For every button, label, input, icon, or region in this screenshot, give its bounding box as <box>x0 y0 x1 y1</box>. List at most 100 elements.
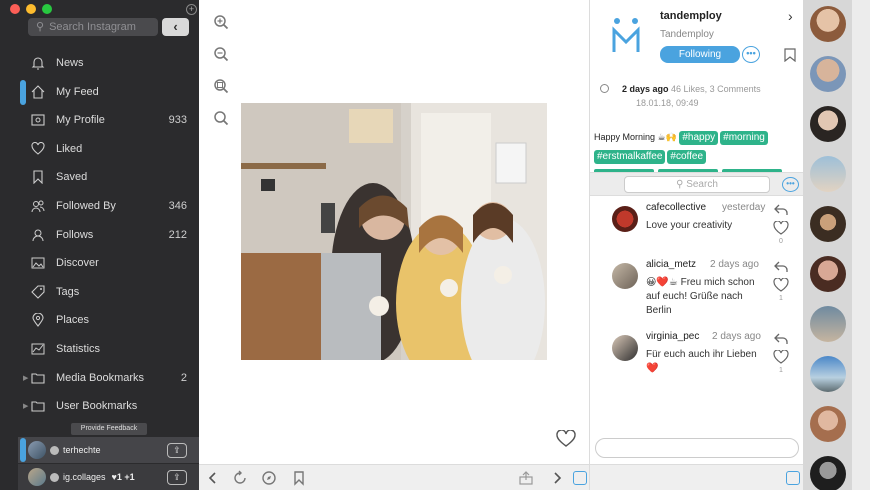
sidebar-item-user-bookmarks[interactable]: ▶ User Bookmarks <box>18 393 199 419</box>
hashtag[interactable]: #happy <box>679 131 719 145</box>
post-username[interactable]: tandemploy <box>660 10 722 22</box>
hashtag[interactable]: #morning <box>720 131 768 145</box>
window-controls <box>10 4 52 14</box>
compass-icon[interactable] <box>261 470 277 486</box>
sidebar-item-label: Tags <box>56 285 80 298</box>
sidebar-item-places[interactable]: Places <box>18 307 199 333</box>
heart-icon <box>30 141 46 157</box>
disclosure-triangle-icon[interactable]: ▶ <box>23 402 28 410</box>
following-button[interactable]: Following <box>660 46 740 63</box>
bookmark-post-icon[interactable] <box>784 48 796 62</box>
account-selection-indicator <box>20 438 26 462</box>
zoom-actual-icon[interactable] <box>213 110 229 126</box>
zoom-out-icon[interactable] <box>213 46 229 62</box>
sidebar-item-label: Discover <box>56 257 99 270</box>
toggle-users-panel-icon[interactable] <box>786 471 800 485</box>
avatar[interactable] <box>810 156 846 192</box>
comment-input[interactable] <box>595 438 799 458</box>
comment-text: Für euch auch ihr Lieben ❤️ <box>646 349 757 374</box>
image-icon <box>30 255 46 271</box>
provide-feedback-button[interactable]: Provide Feedback <box>71 423 147 435</box>
post-detail-panel: tandemploy Tandemploy › Following ••• 2 … <box>589 0 804 490</box>
close-window-button[interactable] <box>10 4 20 14</box>
tag-icon <box>30 284 46 300</box>
collapse-sidebar-button[interactable]: ‹ <box>162 18 189 36</box>
reply-icon[interactable] <box>774 204 788 216</box>
sidebar-item-discover[interactable]: Discover <box>18 250 199 276</box>
disclosure-triangle-icon[interactable]: ▶ <box>23 374 28 382</box>
avatar[interactable] <box>810 306 846 342</box>
sidebar-item-my-profile[interactable]: My Profile 933 <box>18 107 199 133</box>
more-options-button[interactable]: ••• <box>742 46 760 63</box>
sidebar-item-label: Follows <box>56 228 94 241</box>
comment-search-input[interactable]: ⚲ Search <box>624 176 770 193</box>
hashtag[interactable]: #coffee <box>667 150 707 164</box>
post-photo[interactable] <box>241 103 547 360</box>
comment-username[interactable]: cafecollective <box>646 202 706 213</box>
add-account-button[interactable]: + <box>186 4 197 15</box>
reply-icon[interactable] <box>774 333 788 345</box>
account-row-ig-collages[interactable]: ig.collages ♥1 +1 ⇪ <box>18 464 199 490</box>
avatar[interactable] <box>810 106 846 142</box>
sidebar-item-tags[interactable]: Tags <box>18 279 199 305</box>
comment-options-button[interactable]: ••• <box>782 177 799 192</box>
like-heart-icon[interactable] <box>556 430 576 448</box>
avatar[interactable] <box>810 56 846 92</box>
sidebar-item-news[interactable]: News <box>18 50 199 76</box>
post-meta: 2 days ago 46 Likes, 3 Comments <box>622 84 761 94</box>
window-left-edge <box>0 0 18 490</box>
zoom-in-icon[interactable] <box>213 14 229 30</box>
comment-time: yesterday <box>722 202 766 213</box>
sidebar-item-statistics[interactable]: Statistics <box>18 336 199 362</box>
search-placeholder: Search Instagram <box>49 21 136 33</box>
reply-icon[interactable] <box>774 261 788 273</box>
comment-username[interactable]: alicia_metz <box>646 259 696 270</box>
comment-heart-icon[interactable] <box>773 350 789 364</box>
folder-icon <box>30 370 46 386</box>
back-icon[interactable] <box>205 470 221 486</box>
avatar[interactable] <box>612 206 638 232</box>
zoom-window-button[interactable] <box>42 4 52 14</box>
profile-card-icon <box>30 112 46 128</box>
avatar[interactable] <box>810 206 846 242</box>
sidebar-item-saved[interactable]: Saved <box>18 164 199 190</box>
comment-username[interactable]: virginia_pec <box>646 331 699 342</box>
upload-icon[interactable]: ⇪ <box>167 442 187 458</box>
post-header: tandemploy Tandemploy › Following ••• 2 … <box>590 0 804 175</box>
sidebar-item-follows[interactable]: Follows 212 <box>18 222 199 248</box>
refresh-icon[interactable] <box>232 470 248 486</box>
comment-heart-icon[interactable] <box>773 221 789 235</box>
sidebar-item-my-feed[interactable]: My Feed <box>18 79 199 105</box>
sidebar-search-input[interactable]: ⚲ Search Instagram <box>28 18 158 36</box>
avatar[interactable] <box>810 456 846 490</box>
hashtag[interactable]: #erstmalkaffee <box>594 150 666 164</box>
account-row-terhechte[interactable]: terhechte ⇪ <box>18 437 199 463</box>
toggle-panel-icon[interactable] <box>573 471 587 485</box>
avatar[interactable] <box>612 263 638 289</box>
sidebar-item-liked[interactable]: Liked <box>18 136 199 162</box>
chevron-right-icon[interactable]: › <box>788 8 793 24</box>
minimize-window-button[interactable] <box>26 4 36 14</box>
comment-toolbar: ⚲ Search ••• <box>590 172 804 196</box>
upload-icon[interactable]: ⇪ <box>167 469 187 485</box>
forward-icon[interactable] <box>549 470 565 486</box>
post-caption: Happy Morning ☕🙌 #happy #morning #erstmal… <box>594 128 800 166</box>
sidebar-item-followed-by[interactable]: Followed By 346 <box>18 193 199 219</box>
sidebar-item-media-bookmarks[interactable]: ▶ Media Bookmarks 2 <box>18 365 199 391</box>
avatar[interactable] <box>810 256 846 292</box>
chart-icon <box>30 341 46 357</box>
bookmark-icon[interactable] <box>291 470 307 486</box>
users-icon <box>30 198 46 214</box>
clock-icon <box>600 84 609 93</box>
folder-icon <box>30 398 46 414</box>
sidebar-item-label: User Bookmarks <box>56 400 138 413</box>
avatar[interactable] <box>810 406 846 442</box>
zoom-fit-icon[interactable] <box>213 78 229 94</box>
avatar[interactable] <box>810 356 846 392</box>
post-stats[interactable]: 46 Likes, 3 Comments <box>671 84 761 94</box>
avatar[interactable] <box>612 335 638 361</box>
share-icon[interactable] <box>518 470 534 486</box>
avatar[interactable] <box>810 6 846 42</box>
comment-heart-icon[interactable] <box>773 278 789 292</box>
sidebar-item-count: 212 <box>168 228 187 241</box>
